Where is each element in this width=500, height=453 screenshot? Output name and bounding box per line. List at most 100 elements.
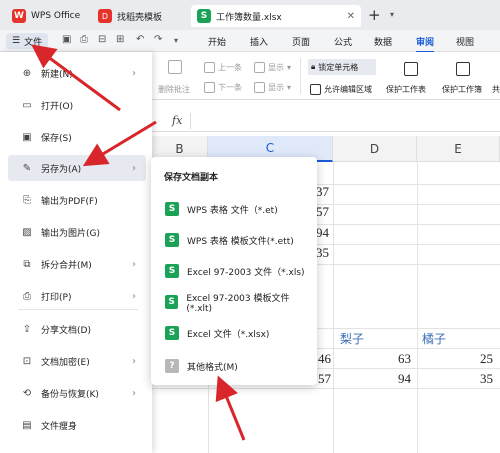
sheet-logo-icon: S — [197, 9, 211, 23]
tab-label: 工作簿数量.xlsx — [216, 12, 282, 23]
cell-value: 94 — [398, 371, 411, 386]
wps-logo-icon: W — [12, 9, 26, 23]
menu-view[interactable]: 视图 — [456, 35, 474, 48]
allow-edit-range-button[interactable]: 允许编辑区域 — [310, 84, 372, 95]
xls-file-icon: S — [165, 264, 179, 278]
save-icon[interactable]: ▣ — [62, 34, 71, 45]
print-icon: ⎙ — [23, 290, 31, 302]
cell-value: 63 — [398, 351, 411, 366]
menu-insert[interactable]: 插入 — [250, 35, 268, 48]
cell-value: 25 — [480, 351, 493, 366]
tab-template[interactable]: D 找稻壳模板 — [92, 5, 187, 27]
file-menu-export-pdf[interactable]: ⎘ 输出为PDF(F) — [8, 187, 146, 213]
new-file-icon: ⊕ — [22, 67, 32, 79]
redo-icon[interactable]: ↷ — [154, 34, 162, 45]
chevron-down-icon[interactable]: ▾ — [174, 36, 178, 45]
tab-wps-office[interactable]: W WPS Office — [6, 5, 88, 27]
chevron-right-icon: › — [132, 258, 136, 270]
menu-data[interactable]: 数据 — [374, 35, 392, 48]
file-menu-print[interactable]: ⎙ 打印(P) › — [8, 283, 146, 309]
chevron-right-icon: › — [132, 355, 136, 367]
file-menu-encrypt[interactable]: ⊡ 文档加密(E) › — [8, 348, 146, 374]
tab-label: 找稻壳模板 — [117, 12, 163, 23]
file-menu-button[interactable]: ☰ 文件 — [6, 33, 49, 49]
cell-value: 37 — [316, 184, 329, 199]
file-menu-save[interactable]: ▣ 保存(S) — [8, 124, 146, 150]
file-label: 文件 — [24, 37, 43, 48]
cell-header-pear: 梨子 — [340, 332, 365, 346]
save-as-xlt[interactable]: S Excel 97-2003 模板文件(*.xlt) — [159, 290, 309, 314]
chevron-right-icon: › — [132, 162, 136, 174]
split-merge-icon: ⧉ — [23, 258, 31, 270]
protect-book-label[interactable]: 保护工作簿 — [442, 84, 482, 95]
save-as-xlsx[interactable]: S Excel 文件（*.xlsx) — [159, 321, 309, 345]
protect-sheet-label[interactable]: 保护工作表 — [386, 84, 426, 95]
delete-comment-label[interactable]: 删除批注 — [158, 84, 190, 95]
file-menu-backup[interactable]: ⟲ 备份与恢复(K) › — [8, 380, 146, 406]
lock-cell-button[interactable]: 🔒︎ 锁定单元格 — [308, 59, 376, 75]
file-menu-export-image[interactable]: ▨ 输出为图片(G) — [8, 219, 146, 245]
question-icon: ? — [165, 359, 179, 373]
file-menu-share[interactable]: ⇪ 分享文档(D) — [8, 316, 146, 342]
encrypt-icon: ⊡ — [22, 355, 32, 367]
print-preview-icon[interactable]: ⊞ — [116, 34, 124, 45]
menu-formula[interactable]: 公式 — [334, 35, 352, 48]
export-icon[interactable]: ⎙ — [80, 34, 88, 45]
menu-bar: ☰ 文件 ▣ ⎙ ⊟ ⊞ ↶ ↷ ▾ 开始 插入 页面 公式 数据 审阅 视图 — [0, 30, 500, 53]
next-comment-button[interactable]: 下一条 — [204, 82, 242, 93]
chevron-right-icon: › — [132, 67, 136, 79]
cell-header-orange: 橘子 — [422, 332, 447, 346]
docer-logo-icon: D — [98, 9, 112, 23]
delete-comment-icon[interactable] — [168, 60, 182, 74]
print-icon[interactable]: ⊟ — [98, 34, 106, 45]
hamburger-icon: ☰ — [12, 36, 21, 46]
tab-bar: W WPS Office D 找稻壳模板 S 工作簿数量.xlsx ✕ + ▾ — [0, 0, 500, 30]
save-icon: ▣ — [22, 131, 32, 143]
show-all-button[interactable]: 显示 ▾ — [254, 62, 291, 73]
submenu-title: 保存文档副本 — [164, 173, 219, 183]
close-icon[interactable]: ✕ — [347, 11, 355, 22]
chevron-right-icon: › — [132, 290, 136, 302]
fx-icon[interactable]: fx — [172, 114, 182, 127]
folder-open-icon: ▭ — [22, 99, 32, 111]
menu-home[interactable]: 开始 — [208, 35, 226, 48]
chevron-down-icon[interactable]: ▾ — [390, 10, 394, 19]
save-as-other-format[interactable]: ? 其他格式(M) — [159, 354, 309, 378]
image-icon: ▨ — [22, 226, 32, 238]
cell-value: 35 — [480, 371, 493, 386]
slim-icon: ▤ — [22, 419, 32, 431]
column-header-d[interactable]: D — [333, 136, 417, 162]
file-menu-save-as[interactable]: ✎ 另存为(A) › — [8, 155, 146, 181]
backup-icon: ⟲ — [22, 387, 32, 399]
protect-sheet-icon[interactable] — [404, 62, 418, 76]
save-as-submenu: 保存文档副本 S WPS 表格 文件（*.et) S WPS 表格 模板文件(*… — [151, 157, 317, 385]
share-label[interactable]: 共 — [492, 84, 500, 95]
new-tab-icon[interactable]: + — [368, 6, 381, 24]
save-as-ett[interactable]: S WPS 表格 模板文件(*.ett) — [159, 228, 309, 252]
save-as-et[interactable]: S WPS 表格 文件（*.et) — [159, 197, 309, 221]
prev-comment-button[interactable]: 上一条 — [204, 62, 242, 73]
menu-review[interactable]: 审阅 — [416, 35, 435, 53]
file-menu-new[interactable]: ⊕ 新建(N) › — [8, 60, 146, 86]
protect-book-icon[interactable] — [456, 62, 470, 76]
et-file-icon: S — [165, 202, 179, 216]
cell-value: 46 — [318, 351, 331, 366]
cell-value: 57 — [316, 204, 329, 219]
xlsx-file-icon: S — [165, 326, 179, 340]
chevron-right-icon: › — [132, 387, 136, 399]
share-icon: ⇪ — [22, 323, 32, 335]
column-header-e[interactable]: E — [417, 136, 500, 162]
lock-icon: 🔒︎ — [311, 62, 316, 71]
menu-page[interactable]: 页面 — [292, 35, 310, 48]
file-menu-panel: ⊕ 新建(N) › ▭ 打开(O) ▣ 保存(S) ✎ 另存为(A) › ⎘ 输… — [0, 52, 152, 453]
file-menu-split-merge[interactable]: ⧉ 拆分合并(M) › — [8, 251, 146, 277]
show-mode-button[interactable]: 显示 ▾ — [254, 82, 291, 93]
cell-value: 94 — [316, 225, 329, 240]
save-as-icon: ✎ — [22, 162, 32, 174]
tab-workbook[interactable]: S 工作簿数量.xlsx ✕ — [191, 5, 361, 27]
file-menu-open[interactable]: ▭ 打开(O) — [8, 92, 146, 118]
undo-icon[interactable]: ↶ — [136, 34, 144, 45]
cell-value: 35 — [316, 245, 329, 260]
file-menu-slim[interactable]: ▤ 文件瘦身 — [8, 412, 146, 438]
save-as-xls[interactable]: S Excel 97-2003 文件（*.xls) — [159, 259, 309, 283]
